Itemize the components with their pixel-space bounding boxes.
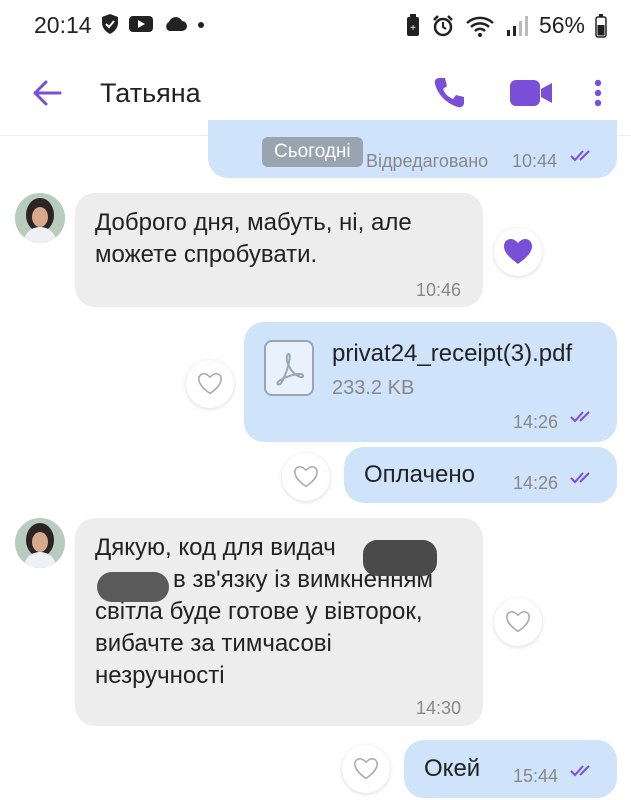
date-separator: Сьогодні bbox=[262, 137, 363, 167]
shield-icon bbox=[102, 14, 118, 34]
status-right-icons: + 56% bbox=[405, 12, 607, 39]
message-text-line: вибачте за тимчасові bbox=[95, 630, 332, 657]
message-text: Оплачено bbox=[364, 461, 475, 488]
read-checkmarks-icon bbox=[570, 150, 590, 162]
more-options-button[interactable] bbox=[590, 74, 606, 112]
battery-saver-icon: + bbox=[406, 13, 419, 36]
message-time: 15:44 bbox=[513, 766, 559, 786]
reaction-button[interactable] bbox=[282, 453, 330, 501]
message-text: Окей bbox=[424, 755, 481, 782]
avatar[interactable] bbox=[15, 193, 65, 243]
redaction-mark bbox=[363, 540, 437, 576]
battery-percent: 56% bbox=[538, 12, 585, 38]
reaction-button[interactable] bbox=[186, 360, 234, 408]
wifi-icon bbox=[466, 16, 494, 37]
message-text-line: незручності bbox=[95, 662, 225, 689]
youtube-icon bbox=[129, 16, 153, 32]
signal-icon bbox=[506, 15, 528, 36]
pdf-file-icon bbox=[264, 340, 314, 396]
message-time: 10:44 bbox=[512, 151, 558, 171]
read-checkmarks-icon bbox=[570, 411, 590, 423]
battery-icon bbox=[595, 13, 607, 38]
more-vertical-icon bbox=[594, 79, 602, 107]
message-time: 14:26 bbox=[513, 473, 559, 493]
svg-text:+: + bbox=[410, 23, 416, 34]
message-time: 10:46 bbox=[416, 280, 462, 300]
message-text-line: можете спробувати. bbox=[95, 241, 318, 268]
edited-label: Відредаговано bbox=[366, 151, 489, 171]
reaction-button[interactable] bbox=[494, 598, 542, 646]
reaction-button[interactable] bbox=[342, 745, 390, 793]
heart-outline-icon bbox=[354, 757, 378, 780]
message-bubble-outgoing[interactable]: Окей 15:44 bbox=[404, 740, 617, 798]
contact-name[interactable]: Татьяна bbox=[100, 78, 201, 109]
phone-icon bbox=[434, 78, 464, 108]
dot-icon bbox=[198, 22, 204, 28]
video-call-button[interactable] bbox=[508, 74, 554, 112]
redaction-mark bbox=[97, 572, 169, 602]
message-bubble-outgoing[interactable]: Оплачено 14:26 bbox=[344, 447, 617, 503]
reaction-button[interactable] bbox=[494, 228, 542, 276]
status-left-icons bbox=[100, 13, 206, 35]
back-button[interactable] bbox=[30, 76, 64, 110]
message-time: 14:26 bbox=[513, 412, 559, 432]
file-size: 233.2 KB bbox=[332, 377, 415, 399]
read-checkmarks-icon bbox=[570, 765, 590, 777]
alarm-icon bbox=[433, 14, 453, 36]
file-name: privat24_receipt(3).pdf bbox=[332, 340, 573, 367]
status-time: 20:14 bbox=[34, 12, 92, 38]
cloud-icon bbox=[166, 17, 187, 31]
arrow-left-icon bbox=[33, 80, 62, 106]
message-time: 14:30 bbox=[416, 698, 462, 718]
heart-outline-icon bbox=[506, 610, 530, 633]
heart-outline-icon bbox=[198, 372, 222, 395]
read-checkmarks-icon bbox=[570, 472, 590, 484]
message-bubble-outgoing[interactable]: privat24_receipt(3).pdf 233.2 KB 14:26 bbox=[244, 322, 617, 442]
call-button[interactable] bbox=[430, 74, 468, 112]
file-attachment[interactable]: privat24_receipt(3).pdf 233.2 KB bbox=[264, 338, 614, 402]
avatar[interactable] bbox=[15, 518, 65, 568]
message-bubble-incoming[interactable]: Дякую, код для видач в зв'язку із вимкне… bbox=[75, 518, 483, 726]
heart-outline-icon bbox=[294, 465, 318, 488]
message-text-line: Доброго дня, мабуть, ні, але bbox=[95, 209, 412, 236]
video-camera-icon bbox=[510, 80, 552, 106]
message-bubble-incoming[interactable]: Доброго дня, мабуть, ні, але можете спро… bbox=[75, 193, 483, 307]
heart-filled-icon bbox=[504, 239, 532, 264]
status-bar: 20:14 + 56% bbox=[0, 0, 631, 50]
